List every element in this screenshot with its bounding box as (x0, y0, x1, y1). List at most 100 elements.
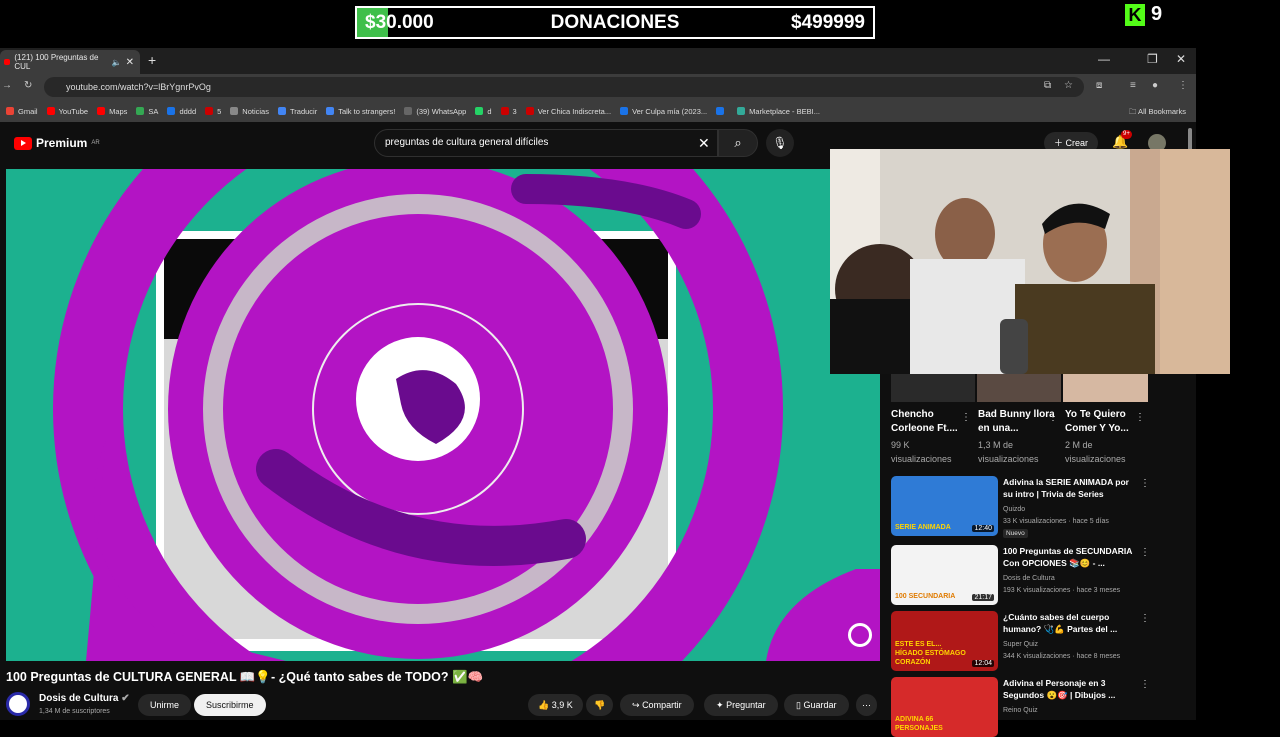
recommendation-title[interactable]: ¿Cuánto sabes del cuerpo humano? 🩺💪 Part… (1003, 611, 1133, 635)
install-app-icon[interactable]: ⧉ (1044, 80, 1051, 91)
like-button[interactable]: 👍 3,9 K (528, 694, 583, 716)
search-icon: ⌕ (734, 135, 742, 150)
recommendation-menu-icon[interactable]: ⋮ (1140, 679, 1150, 690)
bookmark-label: YouTube (58, 106, 89, 116)
dislike-button[interactable]: 👎 (586, 694, 614, 716)
bookmark-item[interactable]: Maps (97, 107, 127, 116)
bookmark-favicon-icon (404, 107, 413, 115)
short-title[interactable]: Bad Bunny llora en una... (978, 408, 1058, 436)
recommendation-meta: 344 K visualizaciones · hace 8 meses (1003, 653, 1121, 660)
short-title[interactable]: Yo Te Quiero Comer Y Yo... (1065, 408, 1145, 436)
shorts-thumb-strip[interactable] (891, 374, 1148, 402)
bookmark-item[interactable]: Marketplace - BEBI... (737, 107, 820, 116)
recommendation-thumbnail[interactable]: 100 SECUNDARIA 21:17 (891, 545, 998, 605)
profile-icon[interactable]: ● (1152, 80, 1158, 91)
ask-button[interactable]: ✦ Preguntar (704, 694, 778, 716)
bookmark-item[interactable]: YouTube (46, 106, 89, 116)
kick-viewer-count: 9 (1151, 3, 1163, 25)
search-button[interactable]: ⌕ (718, 129, 758, 157)
short-views: 2 M de visualizaciones (1065, 440, 1126, 464)
recommendation-thumbnail[interactable]: ADIVINA 66 PERSONAJES (891, 677, 998, 737)
all-bookmarks-folder[interactable]: 🗀 All Bookmarks (1129, 106, 1186, 119)
window-close-icon[interactable]: ✕ (1176, 52, 1186, 66)
bookmark-favicon-icon (716, 107, 725, 115)
thumbnail-text: ADIVINA 66 PERSONAJES (895, 716, 943, 732)
join-button[interactable]: Unirme (138, 694, 192, 716)
recommendation-channel[interactable]: Quizdo (1003, 504, 1025, 515)
channel-avatar[interactable] (6, 692, 30, 716)
kick-logo-icon: K (1125, 3, 1145, 26)
clear-search-icon[interactable]: ✕ (698, 135, 710, 152)
short-views: 1,3 M de visualizaciones (978, 440, 1039, 464)
webcam-image (830, 149, 1230, 374)
verified-icon: ✔ (121, 693, 130, 704)
recommendation-title[interactable]: Adivina la SERIE ANIMADA por su intro | … (1003, 476, 1133, 500)
channel-name[interactable]: Dosis de Cultura ✔ (39, 693, 130, 704)
forward-icon[interactable]: → (2, 80, 12, 91)
menu-icon[interactable]: ⋮ (1178, 80, 1188, 91)
bookmark-item[interactable]: Noticias (230, 107, 269, 116)
recommendation-menu-icon[interactable]: ⋮ (1140, 547, 1150, 558)
reload-icon[interactable]: ↻ (24, 80, 32, 91)
bookmark-item[interactable]: dddd (167, 107, 196, 116)
sparkle-icon: ✦ (716, 700, 724, 710)
recommendation-channel[interactable]: Reino Quiz (1003, 705, 1038, 716)
new-tab-icon[interactable]: + (148, 52, 156, 68)
tab-title: (121) 100 Preguntas de CUL (14, 53, 99, 71)
tab-audio-icon: 🔈 (111, 57, 122, 67)
bookmark-item[interactable]: 5 (205, 107, 221, 116)
bookmark-item[interactable]: Ver Culpa mía (2023... (620, 107, 707, 116)
voice-search-button[interactable]: 🎙 (766, 129, 794, 157)
bookmark-item[interactable]: Talk to strangers! (326, 107, 395, 116)
address-bar[interactable]: youtube.com/watch?v=lBrYgnrPvOg (44, 77, 1084, 97)
bookmark-favicon-icon (277, 107, 286, 115)
short-menu-icon[interactable]: ⋮ (1135, 412, 1145, 423)
save-button[interactable]: ▯ Guardar (784, 694, 849, 716)
recommendation-thumbnail[interactable]: ESTE ES EL... HÍGADO ESTÓMAGO CORAZÓN 12:… (891, 611, 998, 671)
short-menu-icon[interactable]: ⋮ (1048, 412, 1058, 423)
recommendation-thumbnail[interactable]: SERIE ANIMADA 12:40 (891, 476, 998, 536)
short-menu-icon[interactable]: ⋮ (961, 412, 971, 423)
restore-icon[interactable]: ❐ (1147, 52, 1158, 66)
bookmark-label: Traducir (289, 106, 318, 116)
extensions-icon[interactable]: ⧈ (1096, 80, 1102, 91)
recommendation-title[interactable]: Adivina el Personaje en 3 Segundos 😮🎯 | … (1003, 677, 1133, 701)
thumbnail-text: SERIE ANIMADA (895, 524, 951, 531)
ask-label: Preguntar (726, 700, 766, 710)
bookmark-item[interactable]: SA (136, 107, 158, 116)
bookmark-item[interactable] (716, 107, 728, 115)
channel-watermark-icon[interactable] (848, 623, 872, 647)
bookmark-star-icon[interactable]: ☆ (1064, 80, 1073, 91)
short-title[interactable]: Chencho Corleone Ft.... (891, 408, 971, 436)
minimize-icon[interactable]: — (1098, 52, 1110, 66)
bookmark-item[interactable]: Ver Chica Indiscreta... (525, 107, 611, 116)
recommendation-menu-icon[interactable]: ⋮ (1140, 613, 1150, 624)
more-actions-button[interactable]: ⋯ (856, 694, 877, 716)
save-label: Guardar (803, 700, 837, 710)
tab-close-icon[interactable]: ✕ (126, 57, 134, 68)
media-icon[interactable]: ≡ (1130, 80, 1136, 91)
bookmark-item[interactable]: Gmail (6, 107, 38, 116)
browser-tab[interactable]: (121) 100 Preguntas de CUL 🔈 ✕ (0, 50, 140, 74)
bookmark-item[interactable]: Traducir (277, 106, 318, 116)
bookmark-item[interactable]: (39) WhatsApp (404, 107, 466, 116)
bookmark-label: d (487, 106, 492, 116)
youtube-favicon-icon (4, 59, 11, 65)
recommendation-menu-icon[interactable]: ⋮ (1140, 478, 1150, 489)
channel-name-text: Dosis de Cultura (39, 693, 119, 704)
search-input[interactable]: preguntas de cultura general difíciles (374, 129, 718, 157)
donation-goal-bar: $30.000 DONACIONES $499999 (355, 6, 875, 39)
bookmark-favicon-icon (737, 107, 746, 115)
recommendation-channel[interactable]: Dosis de Cultura (1003, 573, 1055, 584)
bookmark-favicon-icon (326, 107, 335, 115)
recommendation-channel[interactable]: Super Quiz (1003, 639, 1038, 650)
subscribe-button[interactable]: Suscribirme (194, 694, 266, 716)
recommendation-title[interactable]: 100 Preguntas de SECUNDARIA Con OPCIONES… (1003, 545, 1133, 569)
bookmark-label: Gmail (18, 106, 38, 116)
new-badge: Nuevo (1003, 529, 1028, 538)
video-player[interactable] (6, 169, 880, 661)
share-button[interactable]: ↪ Compartir (620, 694, 694, 716)
youtube-premium-logo[interactable]: Premium AR (14, 136, 100, 150)
bookmark-item[interactable]: d (475, 106, 492, 116)
bookmark-item[interactable]: 3 (500, 107, 517, 116)
